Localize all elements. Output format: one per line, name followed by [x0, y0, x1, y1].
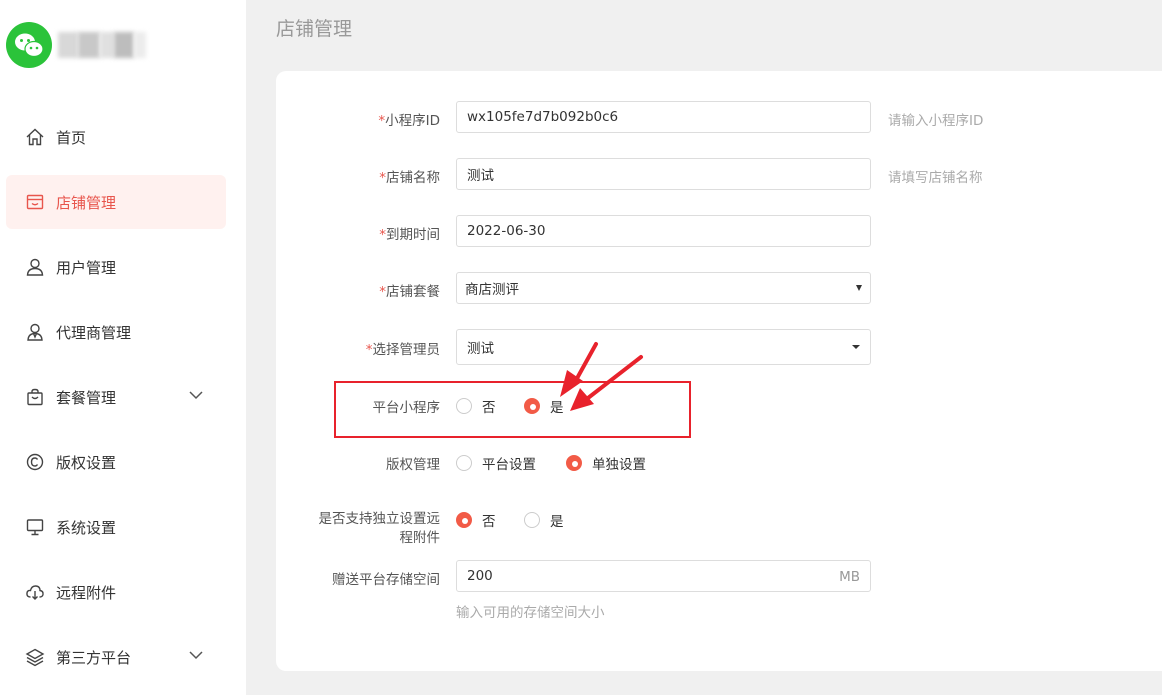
store-icon [24, 191, 46, 213]
remote-label-line2: 程附件 [399, 530, 441, 546]
package-select[interactable]: 商店测评 [456, 272, 871, 304]
radio-checked-icon [566, 455, 582, 471]
sidebar-item-label: 第三方平台 [56, 648, 132, 667]
shop-name-label: 店铺名称 [386, 170, 440, 186]
storage-value: 200 [467, 568, 493, 584]
chevron-down-icon[interactable] [188, 387, 204, 407]
form-row-copyright: 版权管理 平台设置 单独设置 [276, 452, 1162, 473]
home-icon [24, 126, 46, 148]
appid-input[interactable]: wx105fe7d7b092b0c6 [456, 101, 871, 133]
package-select-value: 商店测评 [465, 282, 519, 298]
radio-label: 否 [482, 514, 496, 530]
sidebar-item-label: 首页 [56, 128, 87, 147]
caret-down-icon [856, 285, 862, 291]
sidebar: 首页 店铺管理 用户管理 代理商管理 套餐管理 版权设置 系统设置 远程附件 第… [0, 0, 246, 695]
copyright-radio-platform[interactable]: 平台设置 [456, 453, 536, 473]
admin-label: 选择管理员 [372, 342, 441, 358]
agent-icon [24, 321, 46, 343]
shop-name-hint: 请填写店铺名称 [888, 170, 983, 186]
admin-select-value: 测试 [467, 341, 494, 357]
bag-icon [24, 386, 46, 408]
remote-radio-yes[interactable]: 是 [524, 510, 564, 530]
form-row-shop-name: *店铺名称 测试 请填写店铺名称 [276, 158, 1162, 192]
radio-icon [524, 512, 540, 528]
appid-label: 小程序ID [385, 113, 440, 129]
sidebar-item-copyright[interactable]: 版权设置 [6, 435, 226, 489]
wechat-logo-icon [6, 22, 52, 68]
page-title: 店铺管理 [276, 18, 353, 40]
copyright-radio-separate[interactable]: 单独设置 [566, 453, 646, 473]
package-label: 店铺套餐 [386, 284, 440, 300]
form-row-appid: *小程序ID wx105fe7d7b092b0c6 请输入小程序ID [276, 101, 1162, 135]
sidebar-item-label: 版权设置 [56, 453, 117, 472]
sidebar-item-label: 套餐管理 [56, 388, 117, 407]
cloud-download-icon [24, 581, 46, 603]
sidebar-item-label: 远程附件 [56, 583, 117, 602]
admin-select[interactable]: 测试 [456, 329, 871, 365]
form-row-remote: 是否支持独立设置远 程附件 否 是 [276, 509, 1162, 549]
sidebar-nav: 首页 店铺管理 用户管理 代理商管理 套餐管理 版权设置 系统设置 远程附件 第… [6, 110, 226, 695]
shop-name-input[interactable]: 测试 [456, 158, 871, 190]
sidebar-item-label: 代理商管理 [56, 323, 132, 342]
sidebar-item-label: 系统设置 [56, 518, 117, 537]
user-icon [24, 256, 46, 278]
required-mark: * [379, 284, 386, 300]
required-mark: * [365, 342, 373, 358]
radio-label: 平台设置 [482, 457, 536, 473]
required-mark: * [379, 227, 386, 243]
remote-label-line1: 是否支持独立设置远 [318, 511, 441, 527]
caret-down-icon [852, 345, 860, 349]
radio-label: 单独设置 [592, 457, 646, 473]
copyright-icon [24, 451, 46, 473]
storage-label: 赠送平台存储空间 [332, 572, 440, 588]
sidebar-item-store[interactable]: 店铺管理 [6, 175, 226, 229]
layers-icon [24, 646, 46, 668]
storage-hint: 输入可用的存储空间大小 [456, 605, 605, 621]
monitor-icon [24, 516, 46, 538]
sidebar-item-label: 店铺管理 [56, 193, 117, 212]
sidebar-item-home[interactable]: 首页 [6, 110, 226, 164]
form-row-admin: *选择管理员 测试 [276, 329, 1162, 365]
radio-checked-icon [456, 512, 472, 528]
expire-label: 到期时间 [386, 227, 440, 243]
sidebar-item-third-party[interactable]: 第三方平台 [6, 630, 226, 684]
form-row-storage: 赠送平台存储空间 200 MB 输入可用的存储空间大小 [276, 560, 1162, 621]
sidebar-item-remote-attachment[interactable]: 远程附件 [6, 565, 226, 619]
sidebar-item-agents[interactable]: 代理商管理 [6, 305, 226, 359]
radio-icon [456, 455, 472, 471]
chevron-down-icon[interactable] [188, 647, 204, 667]
radio-label: 是 [550, 514, 564, 530]
sidebar-item-system[interactable]: 系统设置 [6, 500, 226, 554]
appid-hint: 请输入小程序ID [888, 113, 984, 129]
storage-unit: MB [839, 569, 860, 585]
highlight-box [334, 381, 691, 438]
copyright-label: 版权管理 [386, 457, 440, 473]
expire-date-input[interactable]: 2022-06-30 [456, 215, 871, 247]
form-row-package: *店铺套餐 商店测评 [276, 272, 1162, 306]
remote-radio-no[interactable]: 否 [456, 510, 496, 530]
sidebar-item-users[interactable]: 用户管理 [6, 240, 226, 294]
sidebar-item-label: 用户管理 [56, 258, 117, 277]
sidebar-item-packages[interactable]: 套餐管理 [6, 370, 226, 424]
store-form-card: *小程序ID wx105fe7d7b092b0c6 请输入小程序ID *店铺名称… [276, 71, 1162, 671]
storage-input[interactable]: 200 MB [456, 560, 871, 592]
required-mark: * [379, 170, 386, 186]
form-row-expire: *到期时间 2022-06-30 [276, 215, 1162, 249]
blurred-account-name [58, 32, 146, 58]
